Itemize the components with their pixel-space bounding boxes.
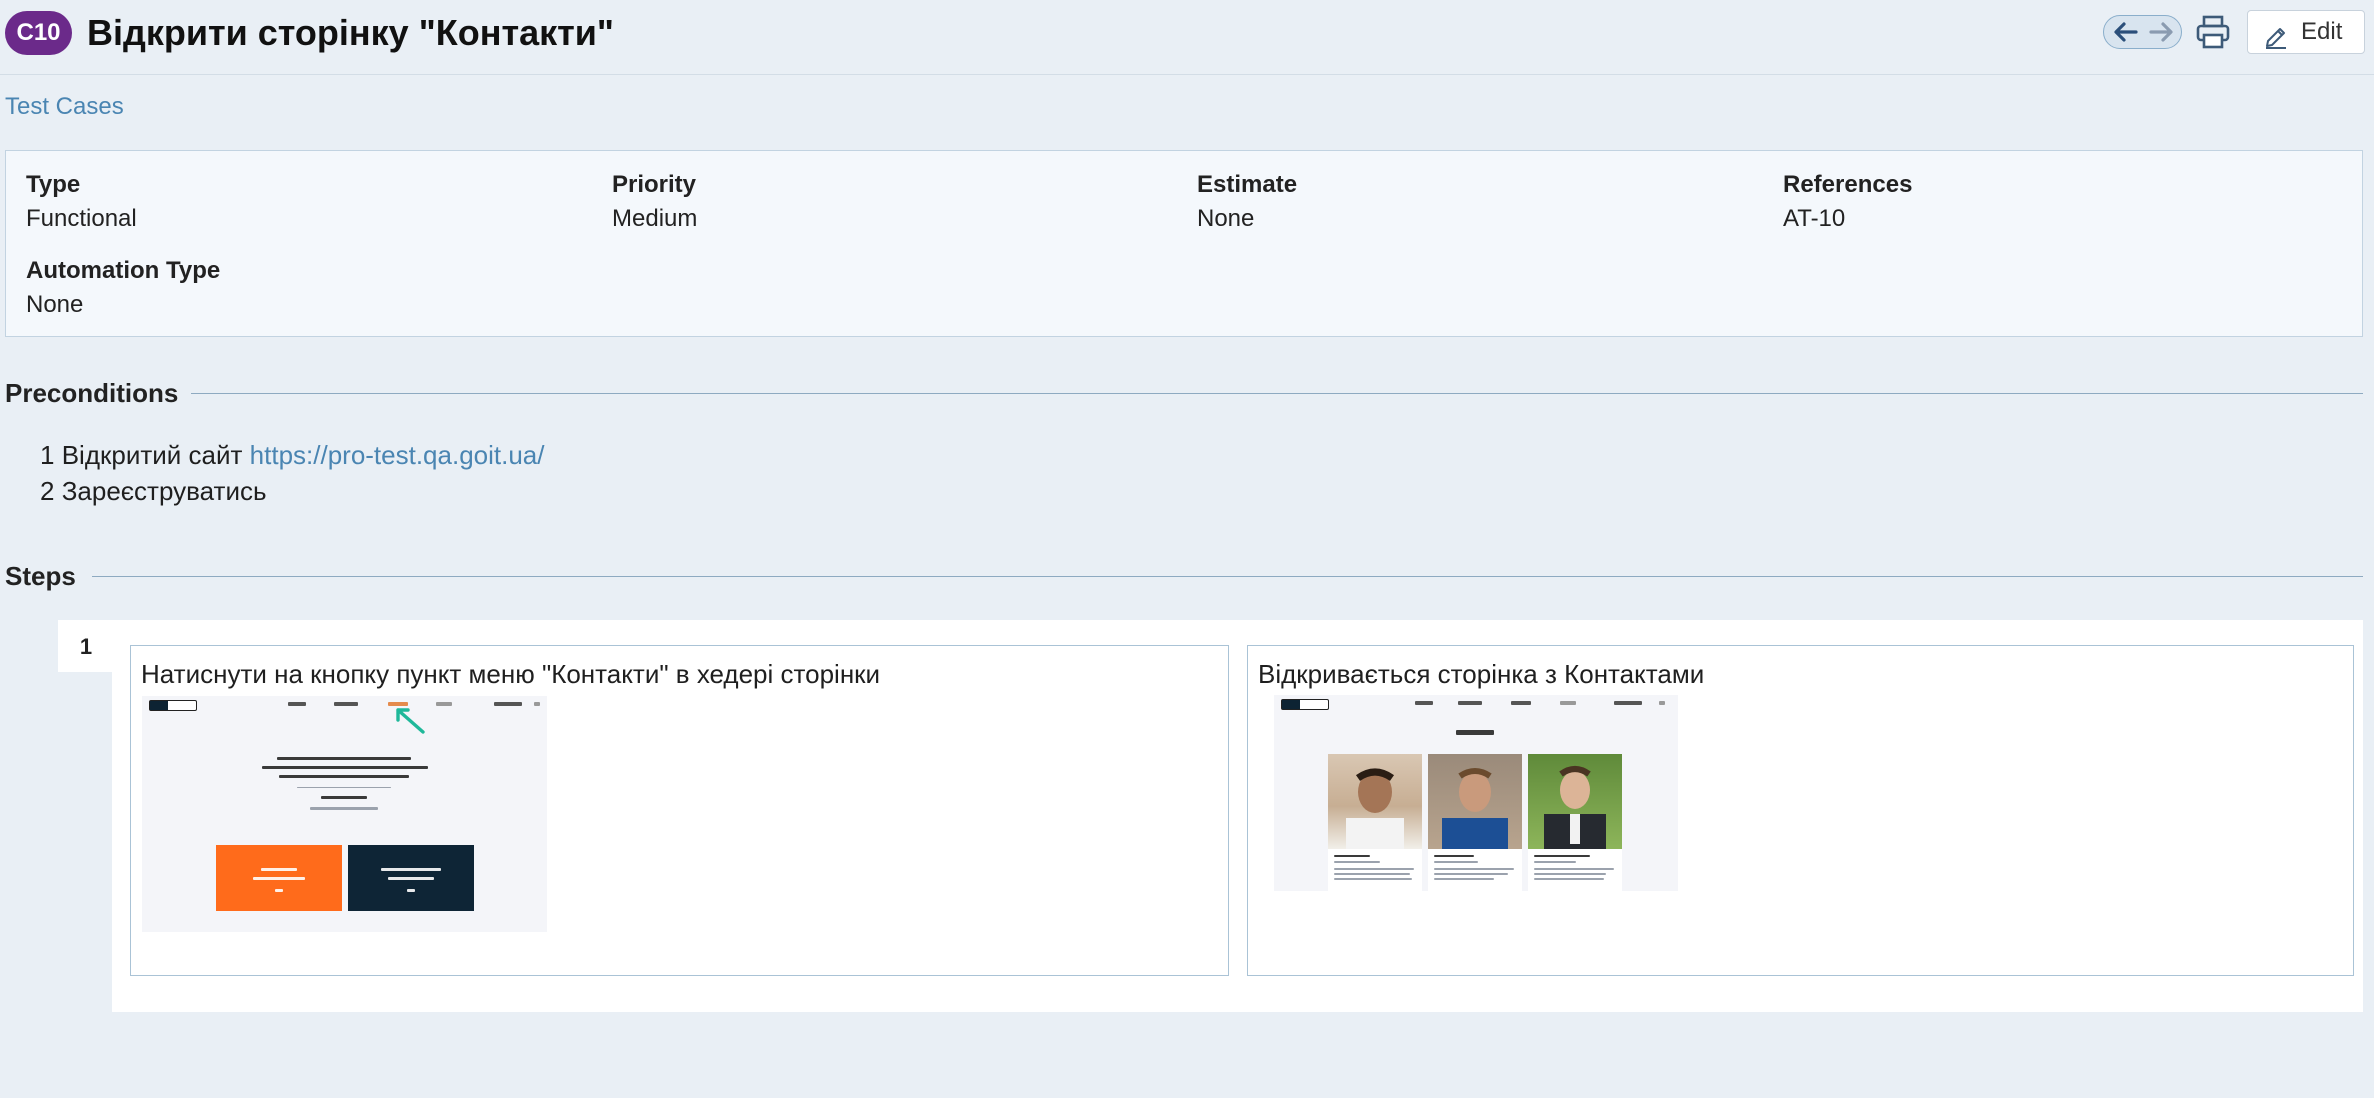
field-value: Medium <box>612 205 698 232</box>
case-navigation <box>2103 15 2182 49</box>
expected-result: Відкривається сторінка з Контактами <box>1258 659 1705 689</box>
precondition-item: 2 Зареєструватись <box>40 474 267 508</box>
team-member-photo <box>1428 754 1522 849</box>
field-estimate: Estimate None <box>1197 170 1297 234</box>
arrow-right-icon[interactable] <box>2144 19 2178 45</box>
pointer-arrow-icon <box>396 708 425 734</box>
team-member-photo <box>1528 754 1622 849</box>
precondition-num: 1 <box>40 440 55 470</box>
field-type: Type Functional <box>26 170 137 234</box>
precondition-text: Зареєструватись <box>61 476 267 506</box>
step-screenshot[interactable] <box>142 696 547 932</box>
expected-screenshot[interactable] <box>1274 695 1678 891</box>
step-description: Натиснути на кнопку пункт меню "Контакти… <box>141 659 881 689</box>
field-label: Priority <box>612 171 697 198</box>
field-value: None <box>26 291 84 318</box>
expected-result-box: Відкривається сторінка з Контактами <box>1247 645 2354 976</box>
step-number: 1 <box>58 620 114 672</box>
field-value: Functional <box>26 205 137 232</box>
field-value: AT-10 <box>1783 205 1846 232</box>
field-automation-type: Automation Type None <box>26 256 220 320</box>
edit-label: Edit <box>2301 18 2343 45</box>
precondition-item: 1 Відкритий сайт https://pro-test.qa.goi… <box>40 438 545 472</box>
breadcrumb-test-cases[interactable]: Test Cases <box>5 93 124 121</box>
case-fields-panel: Type Functional Priority Medium Estimate… <box>5 150 2363 337</box>
precondition-link[interactable]: https://pro-test.qa.goit.ua/ <box>250 440 545 470</box>
edit-button[interactable]: Edit <box>2247 10 2365 54</box>
section-title: Steps <box>5 561 76 591</box>
steps-heading: Steps <box>5 559 2363 593</box>
step-description-box: Натиснути на кнопку пункт меню "Контакти… <box>130 645 1229 976</box>
page-title: Відкрити сторінку "Контакти" <box>87 12 614 53</box>
preconditions-heading: Preconditions <box>5 376 2363 410</box>
field-value: None <box>1197 205 1255 232</box>
field-priority: Priority Medium <box>612 170 697 234</box>
field-label: References <box>1783 171 1913 198</box>
precondition-num: 2 <box>40 476 55 506</box>
field-label: Automation Type <box>26 257 221 284</box>
arrow-left-icon[interactable] <box>2109 19 2143 45</box>
team-member-photo <box>1328 754 1422 849</box>
section-divider <box>191 393 2363 394</box>
field-label: Estimate <box>1197 171 1298 198</box>
field-references: References AT-10 <box>1783 170 1912 234</box>
field-label: Type <box>26 171 81 198</box>
printer-icon[interactable] <box>2194 14 2232 50</box>
page-header: C10 Відкрити сторінку "Контакти" Edit <box>0 0 2374 75</box>
precondition-text: Відкритий сайт <box>61 440 243 470</box>
section-divider <box>92 576 2363 577</box>
pencil-icon <box>2264 21 2288 49</box>
case-id-badge: C10 <box>5 11 72 55</box>
section-title: Preconditions <box>5 378 179 408</box>
